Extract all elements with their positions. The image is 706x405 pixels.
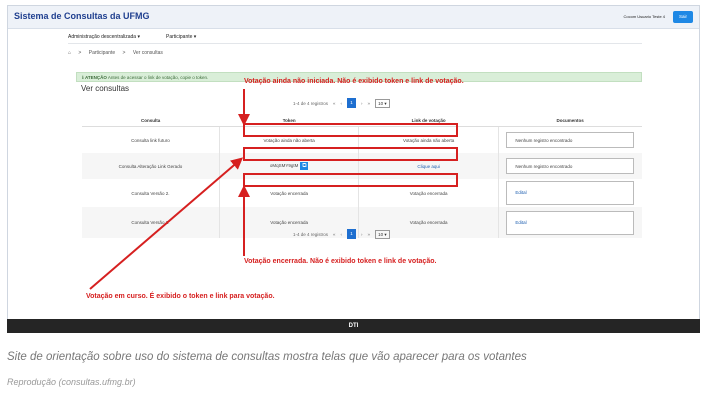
arrow-to-in-progress — [89, 157, 244, 290]
footer-bar: DTI — [7, 319, 700, 333]
annotation-arrows — [89, 89, 250, 290]
image-credit: Reprodução (consultas.ufmg.br) — [7, 377, 136, 387]
image-caption: Site de orientação sobre uso do sistema … — [7, 351, 527, 363]
